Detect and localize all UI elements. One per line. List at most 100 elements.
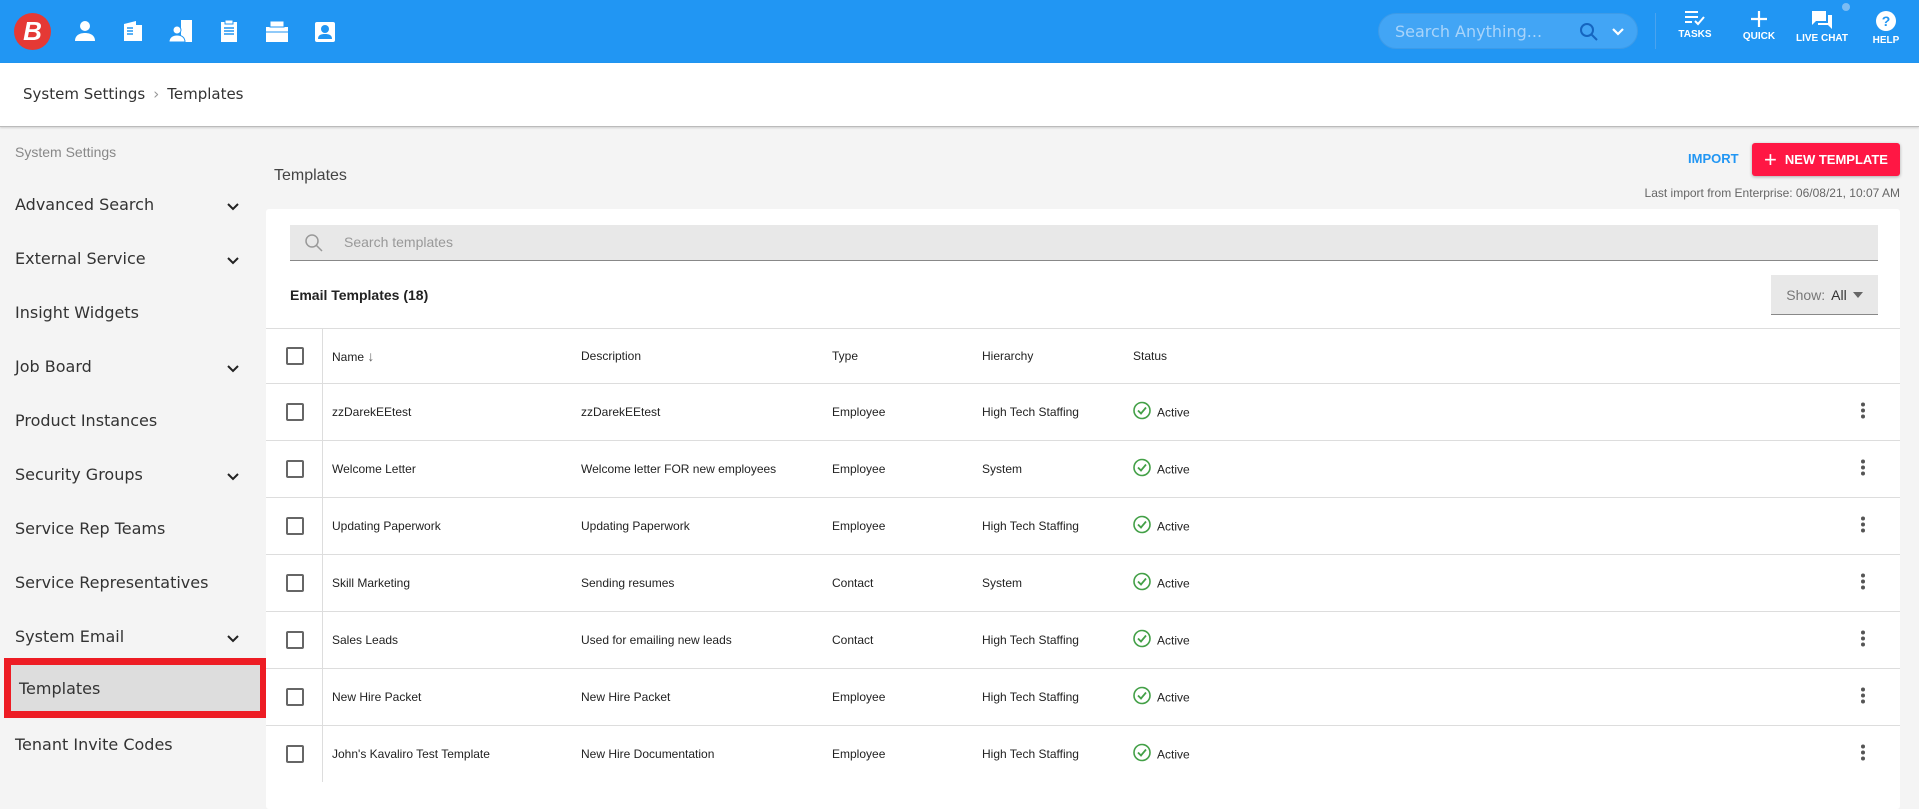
sidebar-title: System Settings	[15, 144, 117, 160]
breadcrumb-parent[interactable]: System Settings	[23, 85, 145, 103]
company-icon[interactable]	[118, 16, 148, 46]
row-checkbox[interactable]	[286, 631, 304, 649]
cell-hierarchy: High Tech Staffing	[982, 690, 1079, 704]
sidebar-item-service-representatives[interactable]: Service Representatives	[0, 555, 266, 609]
check-circle-icon	[1133, 515, 1151, 537]
import-button[interactable]: IMPORT	[1688, 151, 1739, 166]
cell-type: Employee	[832, 462, 886, 476]
cell-name[interactable]: New Hire Packet	[332, 690, 421, 704]
breadcrumb-bar: System Settings › Templates	[0, 63, 1919, 127]
status-badge: Active	[1133, 458, 1190, 480]
sidebar-item-product-instances[interactable]: Product Instances	[0, 393, 266, 447]
global-search[interactable]	[1378, 13, 1638, 49]
cell-description: New Hire Packet	[581, 690, 671, 704]
divider	[1655, 13, 1656, 49]
cell-name[interactable]: John's Kavaliro Test Template	[332, 747, 490, 761]
row-checkbox[interactable]	[286, 745, 304, 763]
check-circle-icon	[1133, 572, 1151, 594]
select-all-checkbox[interactable]	[286, 347, 304, 365]
cell-name[interactable]: Sales Leads	[332, 633, 398, 647]
chevron-down-icon[interactable]	[226, 197, 240, 216]
sidebar-item-system-email[interactable]: System Email	[0, 609, 266, 663]
new-template-button[interactable]: + NEW TEMPLATE	[1752, 143, 1900, 176]
chevron-down-icon[interactable]	[226, 359, 240, 378]
candidate-icon[interactable]	[70, 16, 100, 46]
templates-table: Name ↓ Description Type Hierarchy Status zzDa…	[266, 328, 1900, 782]
sidebar-item-tenant-invite-codes[interactable]: Tenant Invite Codes	[0, 717, 266, 771]
sidebar-item-label: Job Board	[15, 356, 92, 376]
page-title: Templates	[274, 167, 347, 184]
status-badge: Active	[1133, 515, 1190, 537]
table-row[interactable]: Sales Leads Used for emailing new leads Co…	[266, 611, 1900, 668]
sidebar-item-insight-widgets[interactable]: Insight Widgets	[0, 285, 266, 339]
bullhorn-logo[interactable]: B	[14, 13, 51, 50]
table-row[interactable]: Skill Marketing Sending resumes Contact Sys…	[266, 554, 1900, 611]
column-header-type[interactable]: Type	[832, 349, 858, 363]
templates-card: Email Templates (18) Show: All Name ↓ Des…	[266, 209, 1900, 809]
search-icon[interactable]	[1579, 22, 1599, 42]
chevron-down-icon[interactable]	[226, 629, 240, 648]
row-checkbox[interactable]	[286, 574, 304, 592]
tasks-icon	[1663, 10, 1727, 26]
search-icon	[305, 234, 323, 252]
quick-button[interactable]: QUICK	[1727, 10, 1791, 42]
svg-text:?: ?	[1882, 13, 1891, 29]
column-header-name[interactable]: Name ↓	[332, 348, 374, 364]
table-row[interactable]: Updating Paperwork Updating Paperwork Empl…	[266, 497, 1900, 554]
sidebar-item-templates[interactable]: Templates	[4, 658, 267, 718]
sidebar-item-label: Product Instances	[15, 410, 158, 430]
sort-down-icon[interactable]: ↓	[367, 348, 374, 364]
cell-name[interactable]: zzDarekEEtest	[332, 405, 411, 419]
status-badge: Active	[1133, 743, 1190, 765]
cell-description: zzDarekEEtest	[581, 405, 661, 419]
contact-card-icon[interactable]	[310, 16, 340, 46]
contact-icon[interactable]	[166, 16, 196, 46]
column-header-status[interactable]: Status	[1133, 349, 1167, 363]
table-row[interactable]: Welcome Letter Welcome letter FOR new emp…	[266, 440, 1900, 497]
last-import-text: Last import from Enterprise: 06/08/21, 1…	[1644, 186, 1900, 200]
table-row[interactable]: New Hire Packet New Hire Packet Employee Hi…	[266, 668, 1900, 725]
more-vert-icon[interactable]	[1860, 573, 1866, 594]
more-vert-icon[interactable]	[1860, 744, 1866, 765]
cell-name[interactable]: Updating Paperwork	[332, 519, 441, 533]
chevron-down-icon[interactable]	[226, 251, 240, 270]
help-button[interactable]: ? HELP	[1854, 10, 1918, 46]
more-vert-icon[interactable]	[1860, 630, 1866, 651]
sidebar-item-advanced-search[interactable]: Advanced Search	[0, 177, 266, 231]
row-checkbox[interactable]	[286, 460, 304, 478]
sidebar-item-service-rep-teams[interactable]: Service Rep Teams	[0, 501, 266, 555]
tasks-button[interactable]: TASKS	[1663, 10, 1727, 40]
check-circle-icon	[1133, 401, 1151, 423]
cell-hierarchy: System	[982, 576, 1023, 590]
row-checkbox[interactable]	[286, 403, 304, 421]
cell-name[interactable]: Welcome Letter	[332, 462, 416, 476]
sidebar-item-external-service[interactable]: External Service	[0, 231, 266, 285]
cell-name[interactable]: Skill Marketing	[332, 576, 410, 590]
sidebar-item-security-groups[interactable]: Security Groups	[0, 447, 266, 501]
table-row[interactable]: John's Kavaliro Test Template New Hire Do…	[266, 725, 1900, 782]
global-search-input[interactable]	[1395, 22, 1575, 41]
help-icon: ?	[1854, 10, 1918, 32]
template-search-input[interactable]	[344, 234, 944, 250]
more-vert-icon[interactable]	[1860, 459, 1866, 480]
chevron-down-icon[interactable]	[1611, 26, 1625, 38]
more-vert-icon[interactable]	[1860, 687, 1866, 708]
table-row[interactable]: zzDarekEEtest zzDarekEEtest Employee High T…	[266, 383, 1900, 440]
job-order-icon[interactable]	[214, 16, 244, 46]
show-filter-dropdown[interactable]: Show: All	[1771, 275, 1878, 315]
sidebar-item-job-board[interactable]: Job Board	[0, 339, 266, 393]
live-chat-button[interactable]: LIVE CHAT	[1790, 10, 1854, 44]
sidebar-item-label: System Email	[15, 626, 125, 646]
column-header-hierarchy[interactable]: Hierarchy	[982, 349, 1033, 363]
more-vert-icon[interactable]	[1860, 516, 1866, 537]
placement-icon[interactable]	[262, 16, 292, 46]
more-vert-icon[interactable]	[1860, 402, 1866, 423]
chevron-down-icon[interactable]	[226, 467, 240, 486]
template-search[interactable]	[290, 225, 1878, 261]
new-template-label: NEW TEMPLATE	[1784, 152, 1888, 167]
row-checkbox[interactable]	[286, 517, 304, 535]
column-header-description[interactable]: Description	[581, 349, 641, 363]
breadcrumb-current: Templates	[167, 85, 244, 103]
tool-label: HELP	[1872, 35, 1900, 46]
row-checkbox[interactable]	[286, 688, 304, 706]
